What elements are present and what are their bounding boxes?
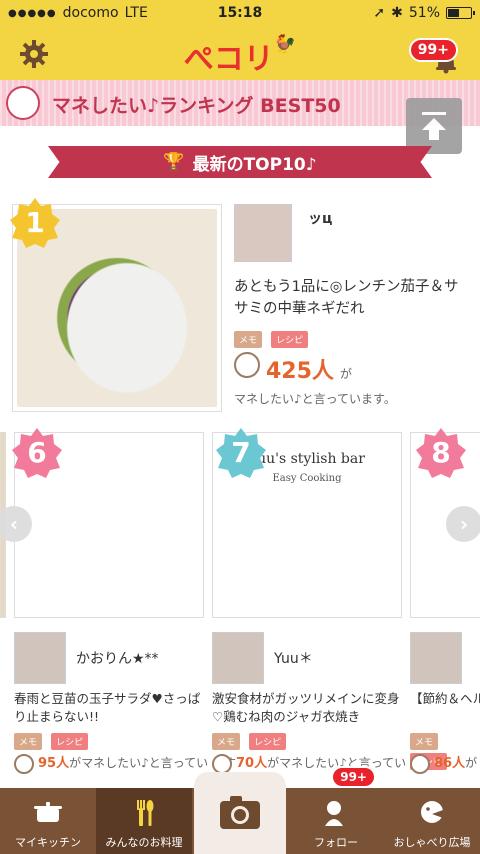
count-suffix: が bbox=[339, 367, 352, 381]
notification-button[interactable]: 99+ bbox=[408, 38, 464, 74]
recipe-badge: レシピ bbox=[249, 733, 287, 750]
nav-follow[interactable]: 99+ フォロー bbox=[288, 766, 384, 854]
recipe-badge: レシピ bbox=[271, 331, 309, 348]
location-icon: ➚ bbox=[373, 5, 386, 21]
nav-label: みんなのお料理 bbox=[105, 836, 183, 849]
avatar[interactable] bbox=[410, 632, 462, 684]
chat-icon bbox=[421, 801, 443, 823]
rank-tag: 8 bbox=[414, 426, 468, 480]
nav-label: マイキッチン bbox=[15, 836, 81, 849]
tag-pills: メモ レシピ bbox=[234, 328, 312, 348]
rank-tag: 1 bbox=[8, 196, 62, 250]
trophy-icon: 🏆 bbox=[163, 152, 185, 172]
recipe-badge: レシピ bbox=[51, 733, 89, 750]
recipe-card[interactable]: 【節約＆ヘル 麩の濃厚トマ メモ レシピ 86人が bbox=[410, 432, 480, 788]
memo-badge: メモ bbox=[14, 733, 43, 750]
user-name[interactable]: ッц bbox=[308, 208, 332, 228]
chevron-left-icon: ‹ bbox=[9, 512, 19, 536]
follow-badge: 99+ bbox=[331, 766, 376, 788]
tag-pills: メモ レシピ bbox=[14, 730, 92, 750]
pot-icon bbox=[34, 802, 62, 822]
mane-count: 70人がマネしたい♪と言ってい ます bbox=[212, 752, 434, 774]
count-number: 425人 bbox=[266, 359, 334, 384]
memo-badge: メモ bbox=[410, 733, 439, 750]
app-header: ぺコリ🐓 99+ bbox=[0, 28, 480, 80]
recipe-title[interactable]: あともう1品に◎レンチン茄子＆ササミの中華ネギだれ bbox=[234, 276, 470, 320]
clip-icon bbox=[410, 753, 430, 774]
nav-label: おしゃべり広場 bbox=[393, 836, 471, 849]
status-bar: ●●●●● docomo LTE 15:18 ➚ ✱ 51% bbox=[0, 0, 480, 28]
rank-number: 8 bbox=[431, 436, 451, 469]
scroll-right-button[interactable]: › bbox=[446, 506, 480, 542]
follow-icon bbox=[325, 801, 343, 826]
mane-count: 425人 が bbox=[234, 352, 352, 385]
nav-camera[interactable] bbox=[192, 772, 288, 854]
nav-everyone-cooking[interactable]: みんなのお料理 bbox=[96, 788, 192, 854]
nav-chat-square[interactable]: おしゃべり広場 bbox=[384, 788, 480, 854]
rank-number: 7 bbox=[231, 436, 251, 469]
top10-ribbon: 🏆 最新のTOP10♪ bbox=[48, 146, 432, 178]
recipe-card[interactable]: Yuu's stylish bar Easy Cooking Yuu＊ 激安食材… bbox=[212, 432, 434, 788]
battery-percent: 51% bbox=[408, 5, 440, 21]
recipe-card[interactable]: かおりん★** 春雨と豆苗の玉子サラダ♥さっぱり止まらない!! メモ レシピ 9… bbox=[14, 432, 236, 788]
mane-count: 95人がマネしたい♪と言ってい ます bbox=[14, 752, 236, 774]
tag-pills: メモ レシピ bbox=[212, 730, 290, 750]
nav-label: フォロー bbox=[314, 836, 358, 849]
bottom-nav: マイキッチン みんなのお料理 99+ フォロー おしゃべり広場 bbox=[0, 766, 480, 854]
rooster-icon: 🐓 bbox=[273, 34, 297, 55]
clip-icon bbox=[234, 352, 260, 378]
app-screen: ●●●●● docomo LTE 15:18 ➚ ✱ 51% ぺコリ🐓 99+ … bbox=[0, 0, 480, 854]
ribbon-label: 最新のTOP10♪ bbox=[192, 154, 317, 175]
clip-icon bbox=[212, 753, 232, 774]
recipe-title: 激安食材がガッツリメインに変身♡鶏むね肉のジャガ衣焼き bbox=[212, 691, 400, 724]
notification-badge: 99+ bbox=[408, 38, 458, 62]
clip-icon bbox=[6, 86, 40, 120]
mane-text: マネしたい♪と言っています。 bbox=[234, 392, 396, 406]
user-name[interactable]: Yuu＊ bbox=[274, 648, 313, 668]
ranking-title: マネしたい♪ランキング BEST50 bbox=[52, 95, 341, 117]
rank-number: 1 bbox=[25, 206, 45, 239]
memo-badge: メモ bbox=[234, 331, 263, 348]
app-logo: ぺコリ🐓 bbox=[183, 34, 297, 77]
arrow-up-icon bbox=[422, 112, 446, 140]
camera-icon bbox=[220, 796, 260, 829]
mane-count: 86人が bbox=[410, 752, 477, 774]
scroll-top-button[interactable] bbox=[406, 98, 462, 154]
avatar[interactable] bbox=[14, 632, 66, 684]
memo-badge: メモ bbox=[212, 733, 241, 750]
camera-button[interactable] bbox=[194, 772, 286, 854]
recipe-title: 【節約＆ヘル 麩の濃厚トマ bbox=[410, 691, 480, 706]
rank-tag: 6 bbox=[10, 426, 64, 480]
battery-icon bbox=[446, 7, 475, 19]
fork-spoon-icon bbox=[137, 800, 154, 826]
bluetooth-icon: ✱ bbox=[391, 5, 403, 21]
chevron-right-icon: › bbox=[459, 512, 469, 536]
clip-icon bbox=[14, 753, 34, 774]
avatar[interactable] bbox=[212, 632, 264, 684]
rank-number: 6 bbox=[27, 436, 47, 469]
nav-my-kitchen[interactable]: マイキッチン bbox=[0, 788, 96, 854]
rank-tag: 7 bbox=[214, 426, 268, 480]
recipe-title: 春雨と豆苗の玉子サラダ♥さっぱり止まらない!! bbox=[14, 691, 201, 724]
avatar[interactable] bbox=[234, 204, 292, 262]
user-name[interactable]: かおりん★** bbox=[76, 648, 159, 668]
